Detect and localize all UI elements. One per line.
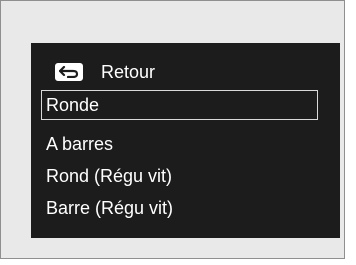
- instrument-display-menu: Retour Ronde A barres Rond (Régu vit) Ba…: [31, 43, 340, 238]
- back-button[interactable]: Retour: [41, 57, 311, 87]
- return-arrow-icon: [55, 63, 83, 81]
- menu-item-label: A barres: [46, 134, 114, 154]
- menu-item-barre-regu-vit[interactable]: Barre (Régu vit): [41, 193, 173, 223]
- menu-item-label: Barre (Régu vit): [46, 198, 174, 218]
- menu-item-label: Rond (Régu vit): [46, 166, 173, 186]
- menu-item-label: Ronde: [46, 95, 100, 115]
- display-frame: Retour Ronde A barres Rond (Régu vit) Ba…: [0, 0, 345, 259]
- back-label: Retour: [101, 62, 156, 82]
- menu-item-ronde[interactable]: Ronde: [41, 90, 318, 120]
- menu-item-rond-regu-vit[interactable]: Rond (Régu vit): [41, 161, 172, 191]
- menu-item-a-barres[interactable]: A barres: [41, 129, 113, 159]
